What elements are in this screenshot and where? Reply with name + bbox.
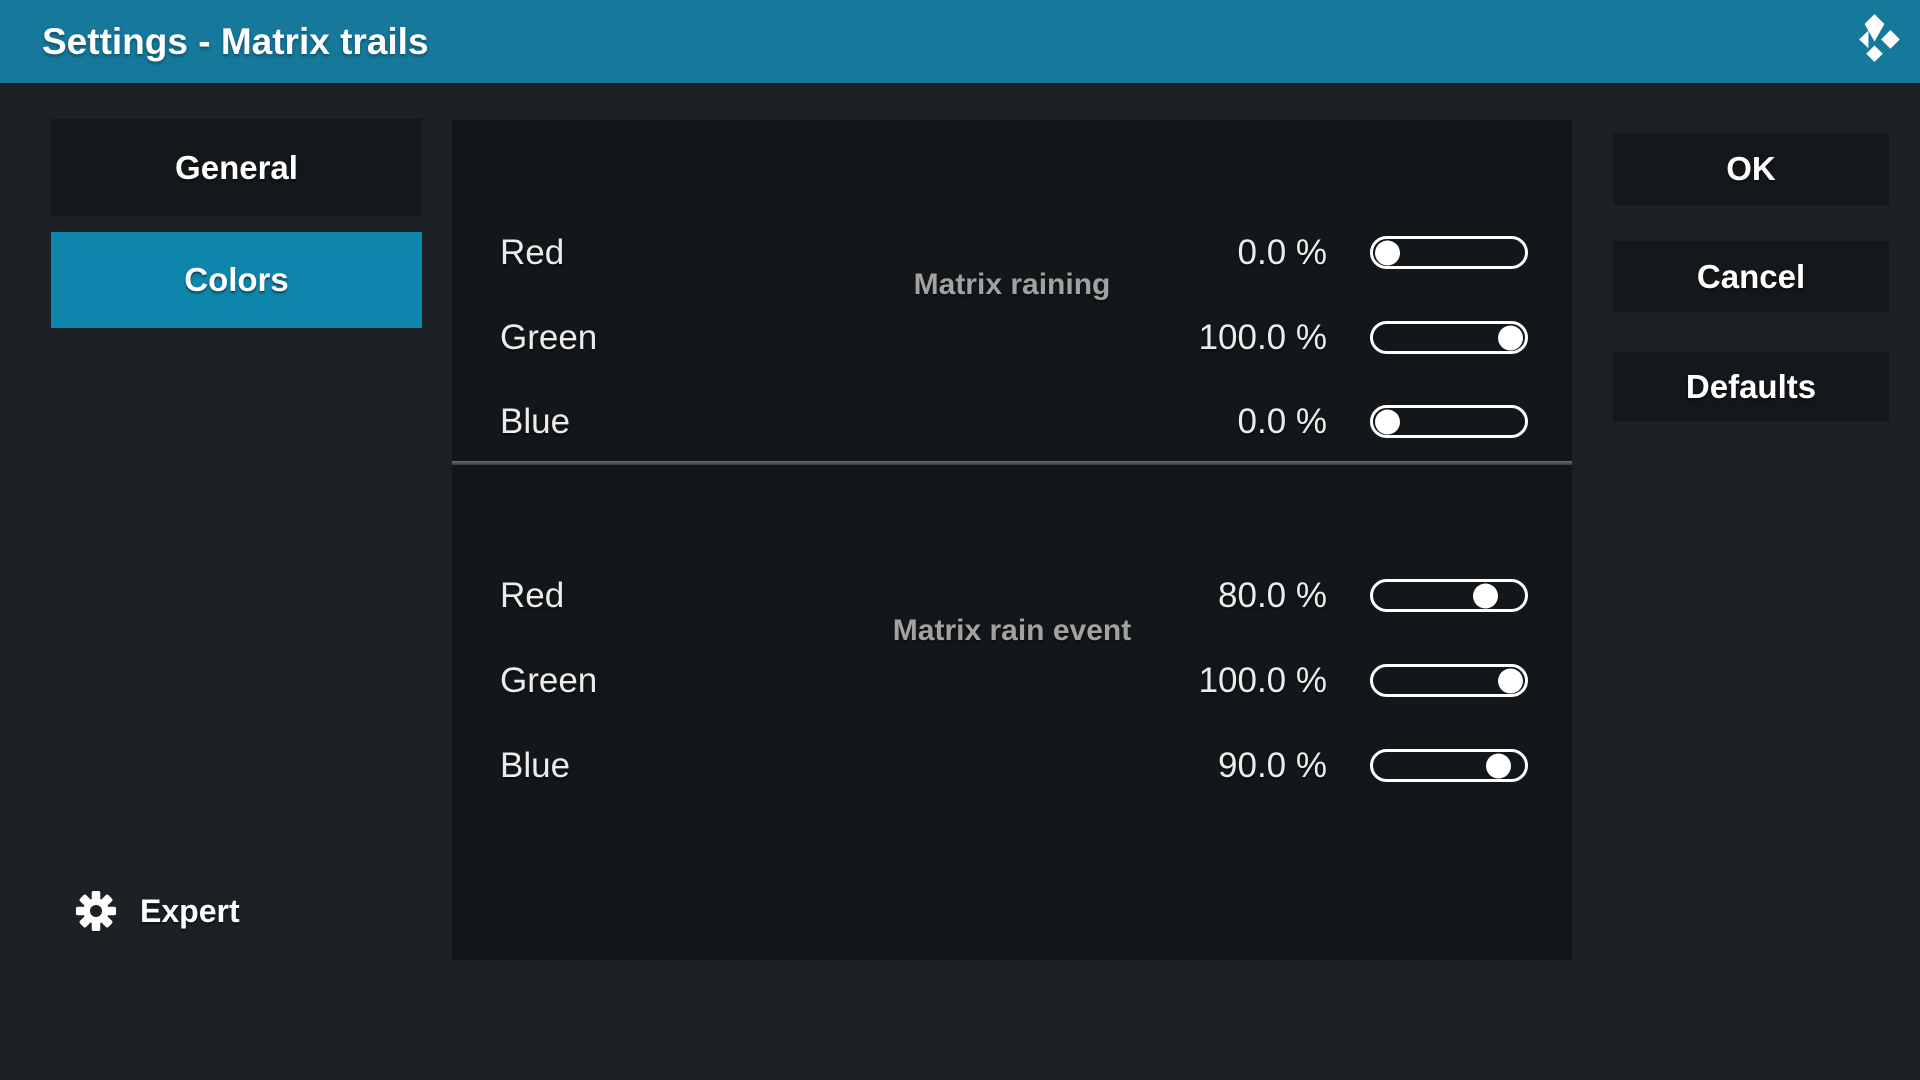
sidebar-item-general[interactable]: General — [51, 119, 422, 216]
setting-label: Red — [500, 576, 1218, 616]
sidebar-item-colors[interactable]: Colors — [51, 232, 422, 328]
setting-row-blue[interactable]: Blue 0.0 % — [452, 379, 1572, 464]
red-slider[interactable] — [1370, 236, 1528, 269]
slider-knob[interactable] — [1486, 753, 1511, 778]
setting-label: Green — [500, 318, 1199, 358]
title-bar: Settings - Matrix trails — [0, 0, 1920, 83]
setting-row-green[interactable]: Green 100.0 % — [452, 638, 1572, 723]
settings-level-button[interactable]: Expert — [75, 885, 240, 937]
slider-knob[interactable] — [1375, 240, 1400, 265]
slider-knob[interactable] — [1375, 409, 1400, 434]
defaults-button[interactable]: Defaults — [1613, 352, 1889, 422]
gear-icon — [75, 890, 117, 932]
settings-dialog: Settings - Matrix trails General Colors — [0, 0, 1920, 1080]
sidebar-item-label: Colors — [184, 261, 289, 299]
setting-value: 0.0 % — [1238, 402, 1328, 442]
group-separator — [452, 461, 1572, 465]
defaults-button-label: Defaults — [1686, 368, 1816, 406]
green-slider[interactable] — [1370, 664, 1528, 697]
setting-value: 80.0 % — [1218, 576, 1327, 616]
cancel-button[interactable]: Cancel — [1613, 241, 1889, 312]
setting-row-red[interactable]: Red 0.0 % — [452, 210, 1572, 295]
setting-row-green[interactable]: Green 100.0 % — [452, 295, 1572, 380]
ok-button-label: OK — [1726, 150, 1776, 188]
kodi-logo-icon — [1846, 13, 1903, 68]
setting-value: 0.0 % — [1238, 233, 1328, 273]
setting-row-red[interactable]: Red 80.0 % — [452, 553, 1572, 638]
slider-knob[interactable] — [1473, 583, 1498, 608]
setting-label: Green — [500, 661, 1199, 701]
blue-slider[interactable] — [1370, 749, 1528, 782]
setting-value: 100.0 % — [1199, 318, 1327, 358]
settings-level-label: Expert — [140, 893, 240, 930]
setting-label: Blue — [500, 402, 1238, 442]
blue-slider[interactable] — [1370, 405, 1528, 438]
setting-label: Red — [500, 233, 1238, 273]
cancel-button-label: Cancel — [1697, 258, 1805, 296]
red-slider[interactable] — [1370, 579, 1528, 612]
slider-knob[interactable] — [1498, 668, 1523, 693]
ok-button[interactable]: OK — [1613, 133, 1889, 205]
green-slider[interactable] — [1370, 321, 1528, 354]
setting-label: Blue — [500, 746, 1218, 786]
setting-row-blue[interactable]: Blue 90.0 % — [452, 723, 1572, 808]
settings-panel: Matrix raining Red 0.0 % Green 100.0 % B… — [452, 120, 1572, 960]
setting-value: 90.0 % — [1218, 746, 1327, 786]
slider-knob[interactable] — [1498, 325, 1523, 350]
page-title: Settings - Matrix trails — [42, 0, 429, 83]
setting-value: 100.0 % — [1199, 661, 1327, 701]
sidebar-item-label: General — [175, 149, 298, 187]
